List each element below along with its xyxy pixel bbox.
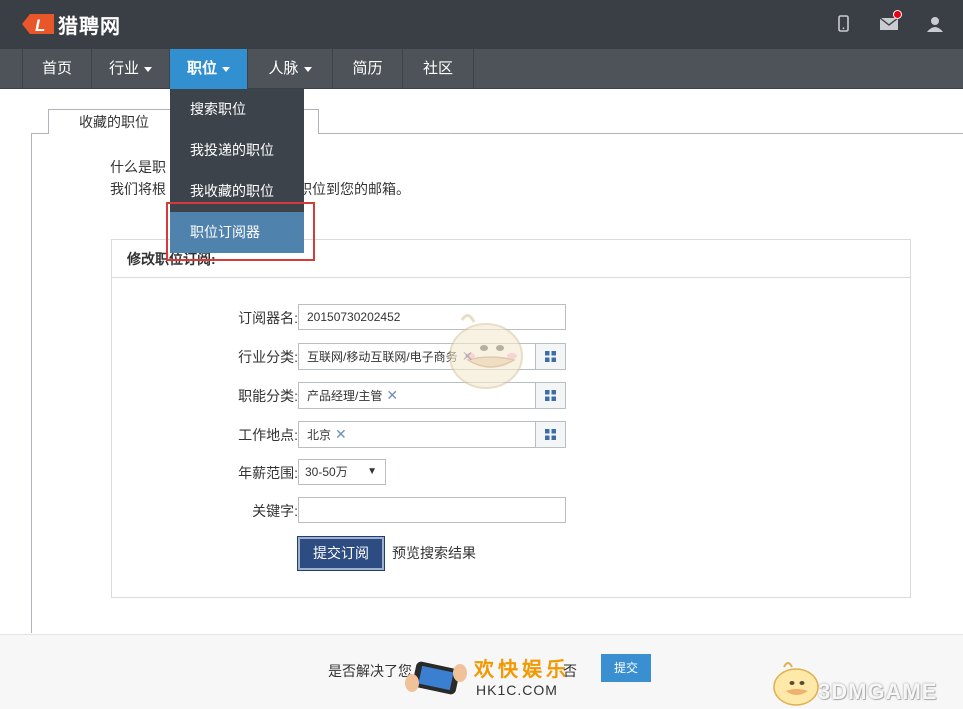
name-label: 订阅器名: [238,310,298,326]
feedback-submit-button[interactable]: 提交 [601,654,651,682]
dropdown-item-3[interactable]: 职位订阅器 [170,212,304,253]
nav-item-label: 人脉 [268,60,299,77]
dropdown-item-2[interactable]: 我收藏的职位 [170,171,304,212]
keyword-input[interactable] [298,497,566,523]
feedback-question: 是否解决了您 [328,663,412,679]
industry-label: 行业分类: [238,349,298,365]
caret-down-icon [222,66,230,72]
location-picker-button[interactable] [536,421,566,448]
function-picker-button[interactable] [536,382,566,409]
nav-item-4[interactable]: 简历 [333,49,403,89]
keyword-label: 关键字: [252,503,298,519]
user-icon[interactable] [925,14,945,34]
row-keyword: 关键字: [112,497,912,525]
location-tag: 北京 [307,428,332,442]
industry-picker-button[interactable] [536,343,566,370]
nav-item-5[interactable]: 社区 [403,49,474,89]
tab-favorites[interactable]: 收藏的职位 [48,109,180,134]
location-label: 工作地点: [238,427,298,443]
nav-item-0[interactable]: 首页 [22,49,92,89]
salary-select[interactable]: 30-50万 ▼ [298,459,386,485]
grid-icon [545,429,556,440]
row-salary: 年薪范围: 30-50万 ▼ [112,459,912,487]
nav-item-label: 职位 [186,60,217,77]
top-header: L 猎聘网 [0,0,963,49]
nav-item-2[interactable]: 职位 [170,49,248,89]
remove-tag-icon[interactable]: ✕ [386,387,398,403]
submit-subscription-button[interactable]: 提交订阅 [297,536,385,571]
main-nav: 首页 行业 职位 人脉 简历 社区 [0,49,963,89]
logo[interactable]: L 猎聘网 [22,8,121,40]
notification-dot [893,10,902,19]
logo-mark-icon: L [22,8,54,40]
intro-line-2a: 我们将根 [110,181,166,197]
mobile-icon[interactable] [833,14,853,34]
dropdown-item-0[interactable]: 搜索职位 [170,89,304,130]
row-actions: 提交订阅 预览搜索结果 [112,536,912,571]
dropdown-item-1[interactable]: 我投递的职位 [170,130,304,171]
caret-down-icon [144,66,152,72]
logo-letter: L [35,16,45,35]
function-label: 职能分类: [238,388,298,404]
subscription-panel: 修改职位订阅: 订阅器名: 20150730202452 行业分类: 互联网/移… [111,239,911,598]
nav-item-1[interactable]: 行业 [92,49,170,89]
position-dropdown: 搜索职位 我投递的职位 我收藏的职位 职位订阅器 [170,89,304,253]
mascot-watermark-icon [449,314,523,389]
hk-watermark-title: 欢快娱乐 [474,659,570,681]
nav-item-label: 行业 [108,60,139,77]
nav-item-label: 社区 [422,60,453,77]
3dm-mascot-icon [773,662,819,706]
grid-icon [545,390,556,401]
answer-no-option[interactable]: 否 [563,661,577,681]
gamepad-phone-icon [405,661,467,695]
location-tagbox[interactable]: 北京 ✕ [298,421,536,448]
salary-value: 30-50万 [305,465,348,479]
preview-results-link[interactable]: 预览搜索结果 [392,537,476,570]
nav-item-label: 首页 [41,60,72,77]
dropdown-arrow-icon: ▼ [367,466,377,477]
nav-item-label: 简历 [352,60,383,77]
nav-item-3[interactable]: 人脉 [248,49,333,89]
caret-down-icon [303,66,312,72]
content-border [31,133,32,633]
3dmgame-watermark: 3DMGAME [818,679,938,704]
brand-name: 猎聘网 [58,15,121,38]
salary-label: 年薪范围: [238,465,298,481]
hk-watermark-url: HK1C.COM [476,682,558,698]
remove-tag-icon[interactable]: ✕ [335,426,347,442]
grid-icon [545,351,556,362]
industry-tag: 互联网/移动互联网/电子商务 [307,350,458,364]
tab-subscription[interactable] [303,109,319,134]
feedback-bar: 是否解决了您 欢快娱乐 HK1C.COM 否 提交 3DMGAME [0,634,963,709]
function-tag: 产品经理/主管 [307,389,383,403]
row-location: 工作地点: 北京 ✕ [112,421,912,449]
mail-icon[interactable] [879,10,902,34]
